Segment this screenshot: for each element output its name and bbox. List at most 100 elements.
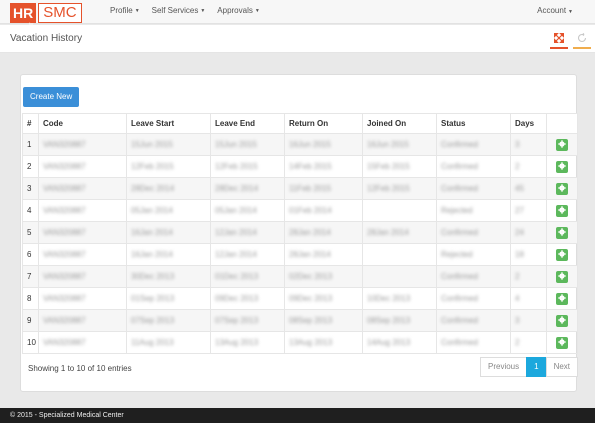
expand-button[interactable] [550,29,568,49]
days-cell: 45 [510,177,547,200]
status-cell: Confirmed [436,265,511,288]
col-header-code[interactable]: Code [38,113,127,134]
code-cell: VAN320887 [38,155,127,178]
days-cell: 3 [510,133,547,156]
row-settings-button[interactable] [556,226,568,239]
leave-end-cell: 05Jan 2014 [210,199,285,222]
gear-icon [558,272,566,281]
gear-icon [558,140,566,149]
row-settings-button[interactable] [556,160,568,173]
actions-cell [546,177,578,200]
row-index: 7 [22,265,39,288]
menu-approvals[interactable]: Approvals ▼ [217,6,260,15]
row-settings-button[interactable] [556,336,568,349]
footer: © 2015 - Specialized Medical Center [0,408,595,423]
return-on-cell: 01Feb 2014 [284,199,363,222]
code-cell: VAN320887 [38,331,127,354]
col-header-leave-end[interactable]: Leave End [210,113,285,134]
page-title: Vacation History [10,33,83,44]
row-settings-button[interactable] [556,292,568,305]
code-cell: VAN320887 [38,287,127,310]
row-index: 1 [22,133,39,156]
table-row: 6 VAN320887 16Jan 2014 12Jan 2014 28Jan 2014… [22,243,578,266]
table-row: 2 VAN320887 12Feb 2015 12Feb 2015 14Feb 2015… [22,155,578,178]
account-menu[interactable]: Account ▼ [537,6,573,15]
main-menu: Profile ▼ Self Services ▼ Approvals ▼ [110,6,272,15]
leave-start-cell: 07Sep 2013 [126,309,211,332]
row-settings-button[interactable] [556,204,568,217]
chevron-down-icon: ▼ [200,7,206,14]
page-1-button[interactable]: 1 [526,357,547,377]
table-row: 5 VAN320887 16Jan 2014 12Jan 2014 28Jan 2014… [22,221,578,244]
return-on-cell: 28Jan 2014 [284,243,363,266]
code-cell: VAN320887 [38,265,127,288]
gear-icon [558,162,566,171]
joined-on-cell: 16Jun 2015 [362,133,437,156]
vacation-history-card: Create New # Code Leave Start Leave End … [20,74,579,392]
logo-smc: SMC [38,3,82,23]
actions-cell [546,265,578,288]
table-info: Showing 1 to 10 of 10 entries [28,364,132,373]
col-header-days[interactable]: Days [510,113,547,134]
row-settings-button[interactable] [556,248,568,261]
leave-end-cell: 12Feb 2015 [210,155,285,178]
return-on-cell: 08Sep 2013 [284,309,363,332]
status-cell: Confirmed [436,331,511,354]
pagination: Previous 1 Next [480,357,579,377]
status-cell: Confirmed [436,287,511,310]
col-header-return-on[interactable]: Return On [284,113,363,134]
table-row: 3 VAN320887 28Dec 2014 28Dec 2014 11Feb 2015… [22,177,578,200]
leave-start-cell: 01Sep 2013 [126,287,211,310]
gear-icon [558,316,566,325]
row-index: 6 [22,243,39,266]
col-header-joined-on[interactable]: Joined On [362,113,437,134]
top-navbar: HR for SMC Profile ▼ Self Services ▼ Approv… [0,0,595,26]
leave-start-cell: 16Jan 2014 [126,221,211,244]
actions-cell [546,155,578,178]
code-cell: VAN320887 [38,243,127,266]
previous-page-button[interactable]: Previous [480,357,528,377]
days-cell: 4 [510,287,547,310]
joined-on-cell: 15Feb 2015 [362,155,437,178]
table-row: 10 VAN320887 11Aug 2013 13Aug 2013 13Aug 201… [22,331,578,354]
leave-start-cell: 12Feb 2015 [126,155,211,178]
code-cell: VAN320887 [38,309,127,332]
col-header-leave-start[interactable]: Leave Start [126,113,211,134]
gear-icon [558,184,566,193]
return-on-cell: 09Dec 2013 [284,287,363,310]
actions-cell [546,221,578,244]
status-cell: Confirmed [436,133,511,156]
days-cell: 2 [510,331,547,354]
leave-end-cell: 12Jan 2014 [210,243,285,266]
create-new-button[interactable]: Create New [23,87,80,107]
row-settings-button[interactable] [556,270,568,283]
chevron-down-icon: ▼ [134,7,140,14]
code-cell: VAN320887 [38,221,127,244]
row-settings-button[interactable] [556,138,568,151]
status-cell: Confirmed [436,155,511,178]
status-cell: Rejected [436,243,511,266]
days-cell: 2 [510,265,547,288]
row-settings-button[interactable] [556,314,568,327]
row-index: 2 [22,155,39,178]
leave-start-cell: 16Jan 2014 [126,243,211,266]
joined-on-cell [362,243,437,266]
leave-end-cell: 12Jan 2014 [210,221,285,244]
gear-icon [558,250,566,259]
menu-self-services[interactable]: Self Services ▼ [152,6,206,15]
actions-cell [546,243,578,266]
leave-end-cell: 13Aug 2013 [210,331,285,354]
row-settings-button[interactable] [556,182,568,195]
col-header-index: # [22,113,39,134]
code-cell: VAN320887 [38,133,127,156]
menu-profile[interactable]: Profile ▼ [110,6,140,15]
logo[interactable]: HR for SMC [10,3,82,26]
leave-start-cell: 05Jan 2014 [126,199,211,222]
leave-start-cell: 28Dec 2014 [126,177,211,200]
leave-end-cell: 28Dec 2014 [210,177,285,200]
next-page-button[interactable]: Next [545,357,579,377]
refresh-button[interactable] [573,29,591,49]
leave-start-cell: 30Dec 2013 [126,265,211,288]
col-header-status[interactable]: Status [436,113,511,134]
joined-on-cell: 08Sep 2013 [362,309,437,332]
